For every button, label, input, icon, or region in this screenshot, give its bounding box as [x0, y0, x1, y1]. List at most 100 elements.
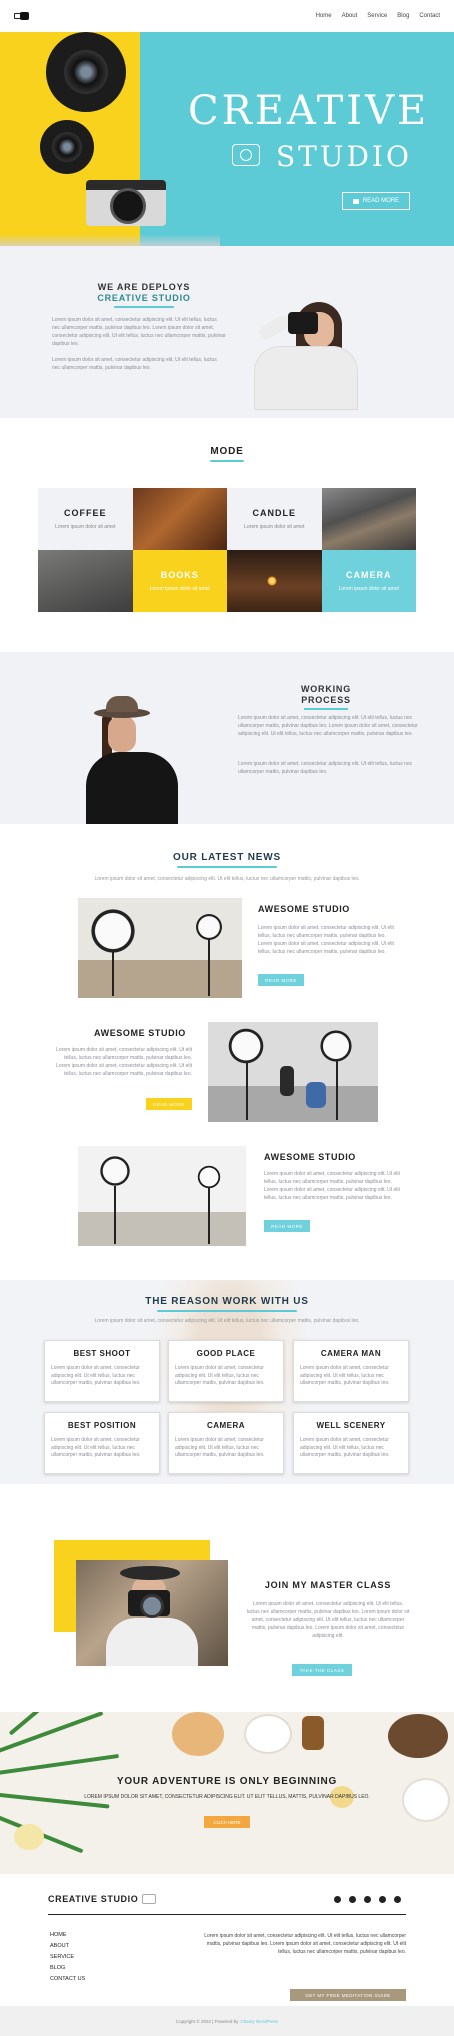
logo-camera-icon[interactable]	[14, 11, 30, 21]
news-1-text: Lorem ipsum dolor sit amet, consectetur …	[258, 925, 394, 955]
footer-link-contact[interactable]: CONTACT US	[50, 1976, 85, 1982]
youtube-icon[interactable]	[364, 1896, 371, 1903]
news-1-read-more-button[interactable]: READ MORE	[258, 974, 304, 986]
tile-camera-text: Lorem ipsum dolor sit amet	[338, 586, 399, 592]
news-3-title: AWESOME STUDIO	[264, 1152, 356, 1162]
work-heading-line1: WORKING	[300, 684, 352, 694]
news-2-text: Lorem ipsum dolor sit amet, consectetur …	[56, 1047, 192, 1077]
copyright-link[interactable]: Charity WordPress	[240, 2019, 278, 2024]
mode-title-underline	[210, 460, 244, 462]
footer-links: HOME ABOUT SERVICE BLOG CONTACT US	[50, 1932, 85, 1982]
lens-image	[46, 32, 126, 112]
card-title: CAMERA	[206, 1421, 246, 1430]
footer-text: Lorem ipsum dolor sit amet, consectetur …	[204, 1933, 406, 1955]
tile-books[interactable]: BOOKS Lorem ipsum dolor sit amet	[132, 550, 227, 612]
linkedin-icon[interactable]	[394, 1896, 401, 1903]
footer-link-service[interactable]: SERVICE	[50, 1954, 85, 1960]
footer-divider	[48, 1914, 406, 1915]
adventure-banner: YOUR ADVENTURE IS ONLY BEGINNING LOREM I…	[0, 1712, 454, 1874]
news-image-3[interactable]	[78, 1146, 246, 1246]
card-text: Lorem ipsum dolor sit amet, consectetur …	[175, 1365, 265, 1386]
footer-link-about[interactable]: ABOUT	[50, 1943, 85, 1949]
tile-coffee[interactable]: COFFEE Lorem ipsum dolor sit amet	[38, 488, 133, 550]
reason-title: THE REASON WORK WITH US	[145, 1296, 309, 1307]
lens-image-small	[40, 120, 94, 174]
woman-in-hat-image	[86, 696, 182, 824]
twitter-icon[interactable]	[349, 1896, 356, 1903]
about-heading-line2: CREATIVE STUDIO	[97, 293, 191, 303]
nav-links: Home About Service Blog Contact	[316, 13, 440, 19]
click-here-button[interactable]: CLICK HERE	[204, 1816, 250, 1828]
footer-link-home[interactable]: HOME	[50, 1932, 85, 1938]
reason-card-well-scenery[interactable]: WELL SCENERY Lorem ipsum dolor sit amet,…	[293, 1412, 409, 1474]
read-more-label: READ MORE	[362, 198, 400, 204]
copyright-text: Copyright © 2022 | Powered by	[175, 2018, 239, 2024]
about-paragraph-2: Lorem ipsum dolor sit amet, consectetur …	[52, 357, 217, 371]
news-image-2[interactable]	[208, 1022, 378, 1122]
palm-leaf	[0, 1753, 120, 1776]
tile-image-camera-wood	[132, 488, 227, 550]
meditation-guide-button[interactable]: GET MY FREE MEDITATION GUIDE	[290, 1989, 406, 2001]
working-process-section: WORKING PROCESS Lorem ipsum dolor sit am…	[0, 652, 454, 824]
reason-card-good-place[interactable]: GOOD PLACE Lorem ipsum dolor sit amet, c…	[168, 1340, 284, 1402]
reason-card-best-shoot[interactable]: BEST SHOOT Lorem ipsum dolor sit amet, c…	[44, 1340, 160, 1402]
tile-image-candles	[227, 550, 322, 612]
nav-service[interactable]: Service	[367, 13, 387, 19]
news-title: OUR LATEST NEWS	[173, 852, 281, 863]
tile-camera[interactable]: CAMERA Lorem ipsum dolor sit amet	[321, 550, 416, 612]
news-3-text: Lorem ipsum dolor sit amet, consectetur …	[264, 1171, 400, 1201]
reason-title-underline	[157, 1310, 297, 1312]
master-class-title: JOIN MY MASTER CLASS	[264, 1580, 392, 1590]
nav-contact[interactable]: Contact	[419, 13, 440, 19]
tile-candle[interactable]: CANDLE Lorem ipsum dolor sit amet	[227, 488, 322, 550]
reason-card-camera-man[interactable]: CAMERA MAN Lorem ipsum dolor sit amet, c…	[293, 1340, 409, 1402]
about-section: WE ARE DEPLOYS CREATIVE STUDIO Lorem ips…	[0, 246, 454, 418]
tile-coffee-text: Lorem ipsum dolor sit amet	[55, 524, 116, 530]
about-paragraph-1: Lorem ipsum dolor sit amet, consectetur …	[52, 317, 226, 347]
work-heading-line2: PROCESS	[301, 695, 351, 705]
nav-home[interactable]: Home	[316, 13, 332, 19]
latest-news-section: OUR LATEST NEWS Lorem ipsum dolor sit am…	[0, 824, 454, 1280]
card-title: GOOD PLACE	[196, 1349, 256, 1358]
footer-brand: CREATIVE STUDIO	[48, 1894, 157, 1904]
instagram-icon[interactable]	[379, 1896, 386, 1903]
bottle-image	[302, 1716, 324, 1750]
hero-title-line2: STUDIO	[276, 140, 412, 173]
hero-title-line1: CREATIVE	[188, 88, 430, 134]
work-heading: WORKING PROCESS	[278, 684, 374, 710]
reason-card-camera[interactable]: CAMERA Lorem ipsum dolor sit amet, conse…	[168, 1412, 284, 1474]
tile-candle-title: CANDLE	[252, 508, 296, 518]
footer: CREATIVE STUDIO HOME ABOUT SERVICE BLOG …	[0, 1874, 454, 2006]
reason-card-best-position[interactable]: BEST POSITION Lorem ipsum dolor sit amet…	[44, 1412, 160, 1474]
news-2-title: AWESOME STUDIO	[94, 1028, 186, 1038]
read-more-button[interactable]: READ MORE	[342, 192, 410, 210]
reason-section: THE REASON WORK WITH US Lorem ipsum dolo…	[0, 1280, 454, 1484]
master-class-section: JOIN MY MASTER CLASS Lorem ipsum dolor s…	[0, 1484, 454, 1712]
news-3-read-more-button[interactable]: READ MORE	[264, 1220, 310, 1232]
footer-link-blog[interactable]: BLOG	[50, 1965, 85, 1971]
adventure-title: YOUR ADVENTURE IS ONLY BEGINNING	[116, 1776, 338, 1787]
master-class-text: Lorem ipsum dolor sit amet, consectetur …	[246, 1601, 410, 1639]
news-2-read-more-button[interactable]: READ MORE	[146, 1098, 192, 1110]
copyright-bar: Copyright © 2022 | Powered by Charity Wo…	[0, 2006, 454, 2036]
take-the-class-button[interactable]: TAKE THE CLASS	[292, 1664, 352, 1676]
woman-with-camera-image	[76, 1560, 228, 1666]
footer-brand-name: CREATIVE STUDIO	[48, 1894, 139, 1904]
bowl-image	[246, 1716, 290, 1752]
facebook-icon[interactable]	[334, 1896, 341, 1903]
orchid-flower-image	[14, 1824, 44, 1850]
hero-shadow	[0, 234, 220, 246]
camera-outline-icon	[232, 144, 260, 166]
card-text: Lorem ipsum dolor sit amet, consectetur …	[51, 1437, 141, 1458]
nav-blog[interactable]: Blog	[397, 13, 409, 19]
tile-image-coffee-cup	[38, 550, 133, 612]
news-subtitle: Lorem ipsum dolor sit amet, consectetur …	[94, 876, 360, 882]
card-title: CAMERA MAN	[320, 1349, 382, 1358]
mode-section: MODE COFFEE Lorem ipsum dolor sit amet C…	[0, 418, 454, 652]
top-navigation: Home About Service Blog Contact	[0, 0, 454, 32]
card-text: Lorem ipsum dolor sit amet, consectetur …	[51, 1365, 141, 1386]
news-image-1[interactable]	[78, 898, 242, 998]
nav-about[interactable]: About	[342, 13, 358, 19]
reason-subtitle: Lorem ipsum dolor sit amet, consectetur …	[94, 1318, 360, 1324]
card-text: Lorem ipsum dolor sit amet, consectetur …	[175, 1437, 265, 1458]
